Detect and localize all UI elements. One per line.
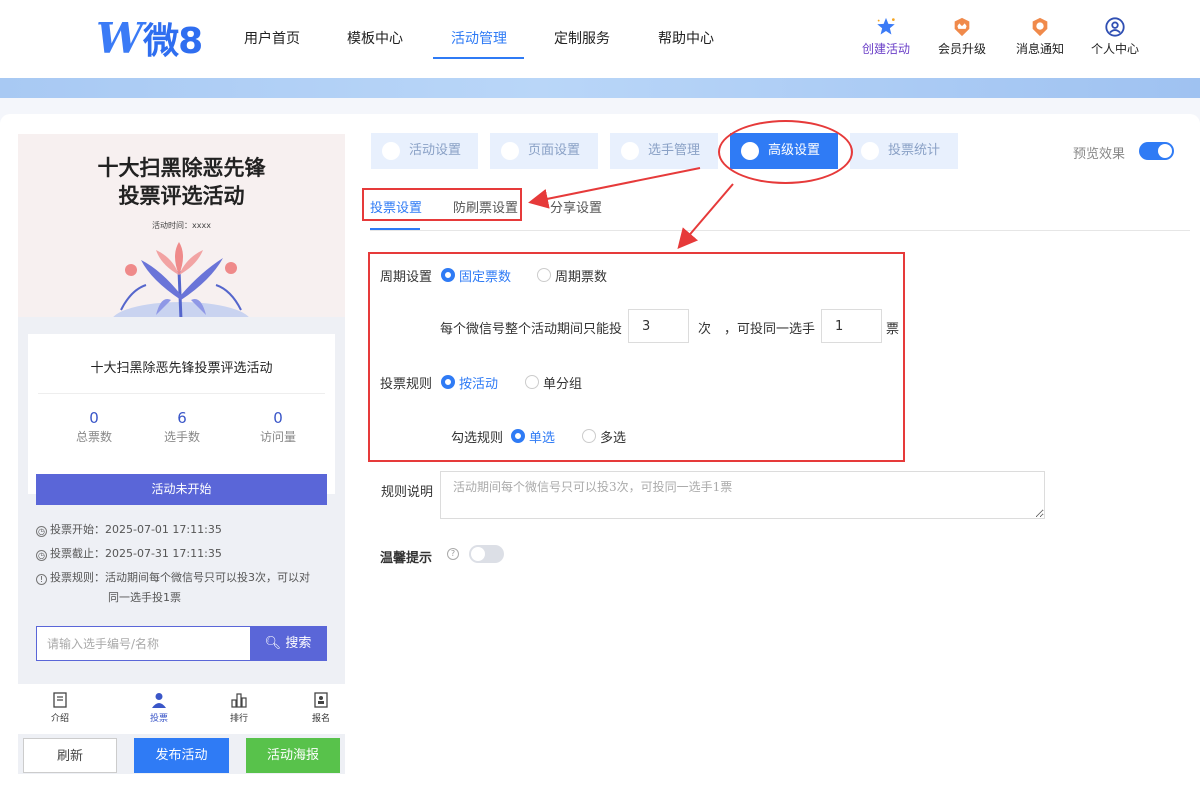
subtab-divider <box>370 230 1190 231</box>
refresh-button[interactable]: 刷新 <box>23 738 117 773</box>
vote-start-line: ◷ 投票开始：2025-07-01 17:11:35 <box>36 520 336 540</box>
stat-value: 0 <box>273 409 283 427</box>
annotation-form-box <box>368 252 905 462</box>
statistics-icon <box>861 142 879 160</box>
rule-description-textarea[interactable] <box>440 471 1045 519</box>
stat-visits: 0 访问量 <box>238 409 318 445</box>
contestant-search: 🔍︎ 搜索 <box>36 626 327 661</box>
clock-icon: ◷ <box>36 526 47 537</box>
tab-label: 页面设置 <box>528 143 581 158</box>
create-activity-button[interactable]: 创建活动 <box>856 16 916 57</box>
preview-effect-label: 预览效果 <box>1073 147 1126 162</box>
vote-rule-line: ! 投票规则：活动期间每个微信号只可以投3次，可以对 <box>36 568 336 588</box>
nav-template-center[interactable]: 模板中心 <box>347 28 403 48</box>
tab-page-settings[interactable]: 页面设置 <box>490 133 598 169</box>
divider <box>38 393 325 394</box>
personal-center-button[interactable]: 个人中心 <box>1085 16 1145 57</box>
stat-value: 6 <box>177 409 187 427</box>
logo-text: 微8 <box>143 21 203 62</box>
search-icon: 🔍︎ <box>264 636 282 651</box>
tab-label: 活动设置 <box>409 143 462 158</box>
preview-effect-toggle[interactable] <box>1139 142 1174 160</box>
tab-signup[interactable]: 报名 <box>296 692 346 724</box>
page-icon <box>501 142 519 160</box>
poster-title-line2: 投票评选活动 <box>118 183 245 208</box>
flower-illustration <box>113 242 249 317</box>
mobile-tab-bar: 介绍 投票 排行 报名 <box>18 684 345 734</box>
vote-end-line: ◷ 投票截止：2025-07-31 17:11:35 <box>36 544 336 564</box>
nav-help-center[interactable]: 帮助中心 <box>658 28 714 48</box>
search-input[interactable] <box>37 627 251 660</box>
poster: 十大扫黑除恶先锋 投票评选活动 活动时间：xxxx <box>18 134 345 317</box>
tip-toggle[interactable] <box>469 545 504 563</box>
heart-icon <box>382 142 400 160</box>
tab-ranking[interactable]: 排行 <box>214 692 264 724</box>
poster-time: 活动时间：xxxx <box>152 221 211 230</box>
user-icon <box>621 142 639 160</box>
logo-mark: W <box>96 13 143 63</box>
tab-vote[interactable]: 投票 <box>134 692 184 724</box>
mobile-preview: 十大扫黑除恶先锋 投票评选活动 活动时间：xxxx 十大扫黑除恶先锋投票评选活动 <box>18 134 345 774</box>
tab-label: 报名 <box>311 714 330 724</box>
stat-value: 0 <box>89 409 99 427</box>
activity-info-card: 十大扫黑除恶先锋投票评选活动 0 总票数 6 选手数 0 访问量 <box>28 334 335 494</box>
create-activity-label: 创建活动 <box>861 42 910 56</box>
user-circle-icon <box>1105 17 1125 37</box>
stat-contestants: 6 选手数 <box>142 409 222 445</box>
tab-vote-statistics[interactable]: 投票统计 <box>850 133 958 169</box>
person-icon <box>152 693 166 708</box>
document-icon <box>53 692 67 708</box>
main-panel: 十大扫黑除恶先锋 投票评选活动 活动时间：xxxx 十大扫黑除恶先锋投票评选活动 <box>0 114 1200 807</box>
vote-rule-text-1: 投票规则：活动期间每个微信号只可以投3次，可以对 <box>50 571 310 584</box>
nav-custom-service[interactable]: 定制服务 <box>554 28 610 48</box>
nav-activity-management[interactable]: 活动管理 <box>451 28 507 48</box>
tab-label: 投票 <box>149 714 168 724</box>
search-button-label: 搜索 <box>285 636 312 651</box>
tab-label: 排行 <box>229 714 248 724</box>
vote-start-text: 投票开始：2025-07-01 17:11:35 <box>50 523 222 536</box>
header-banner <box>0 78 1200 98</box>
annotation-subtab-box <box>362 188 522 221</box>
nav-user-home[interactable]: 用户首页 <box>244 28 300 48</box>
tab-contestant-management[interactable]: 选手管理 <box>610 133 718 169</box>
crown-badge-icon <box>954 17 970 37</box>
info-icon: ! <box>36 574 47 585</box>
notification-button[interactable]: 消息通知 <box>1010 16 1070 57</box>
signup-form-icon <box>314 692 328 708</box>
annotation-ellipse <box>718 120 853 184</box>
tip-label: 温馨提示 <box>380 551 433 566</box>
tab-activity-settings[interactable]: 活动设置 <box>371 133 478 169</box>
tab-intro[interactable]: 介绍 <box>35 692 85 724</box>
rule-description-label: 规则说明 <box>381 485 434 500</box>
vote-end-text: 投票截止：2025-07-31 17:11:35 <box>50 547 222 560</box>
stat-total-votes: 0 总票数 <box>54 409 134 445</box>
help-icon[interactable]: ? <box>447 548 459 560</box>
publish-activity-button[interactable]: 发布活动 <box>134 738 229 773</box>
activity-title: 十大扫黑除恶先锋投票评选活动 <box>90 361 273 376</box>
member-upgrade-button[interactable]: 会员升级 <box>932 16 992 57</box>
notification-badge-icon <box>1032 17 1048 37</box>
tab-label: 投票统计 <box>888 143 941 158</box>
personal-center-label: 个人中心 <box>1090 42 1139 56</box>
activity-status-bar: 活动未开始 <box>36 474 327 505</box>
nav-active-indicator <box>433 57 524 59</box>
stat-label: 访问量 <box>259 430 296 444</box>
tab-label: 介绍 <box>50 714 69 724</box>
star-icon <box>877 17 895 35</box>
logo[interactable]: W 微8 <box>96 13 203 63</box>
clock-icon: ◷ <box>36 550 47 561</box>
vote-rule-line-2: 同一选手投1票 <box>36 588 336 608</box>
tab-label: 选手管理 <box>648 143 701 158</box>
poster-title-line1: 十大扫黑除恶先锋 <box>97 155 266 180</box>
notification-label: 消息通知 <box>1015 42 1064 56</box>
search-button[interactable]: 🔍︎ 搜索 <box>250 627 326 660</box>
activity-poster-button[interactable]: 活动海报 <box>246 738 340 773</box>
subtab-share-settings[interactable]: 分享设置 <box>550 197 602 216</box>
top-navigation: W 微8 用户首页 模板中心 活动管理 定制服务 帮助中心 创建活动 会员升级 … <box>0 0 1200 78</box>
vote-rule-text-2: 同一选手投1票 <box>108 591 181 604</box>
stat-label: 选手数 <box>163 430 200 444</box>
bar-chart-icon <box>231 693 247 708</box>
stat-label: 总票数 <box>75 430 112 444</box>
member-upgrade-label: 会员升级 <box>937 42 986 56</box>
